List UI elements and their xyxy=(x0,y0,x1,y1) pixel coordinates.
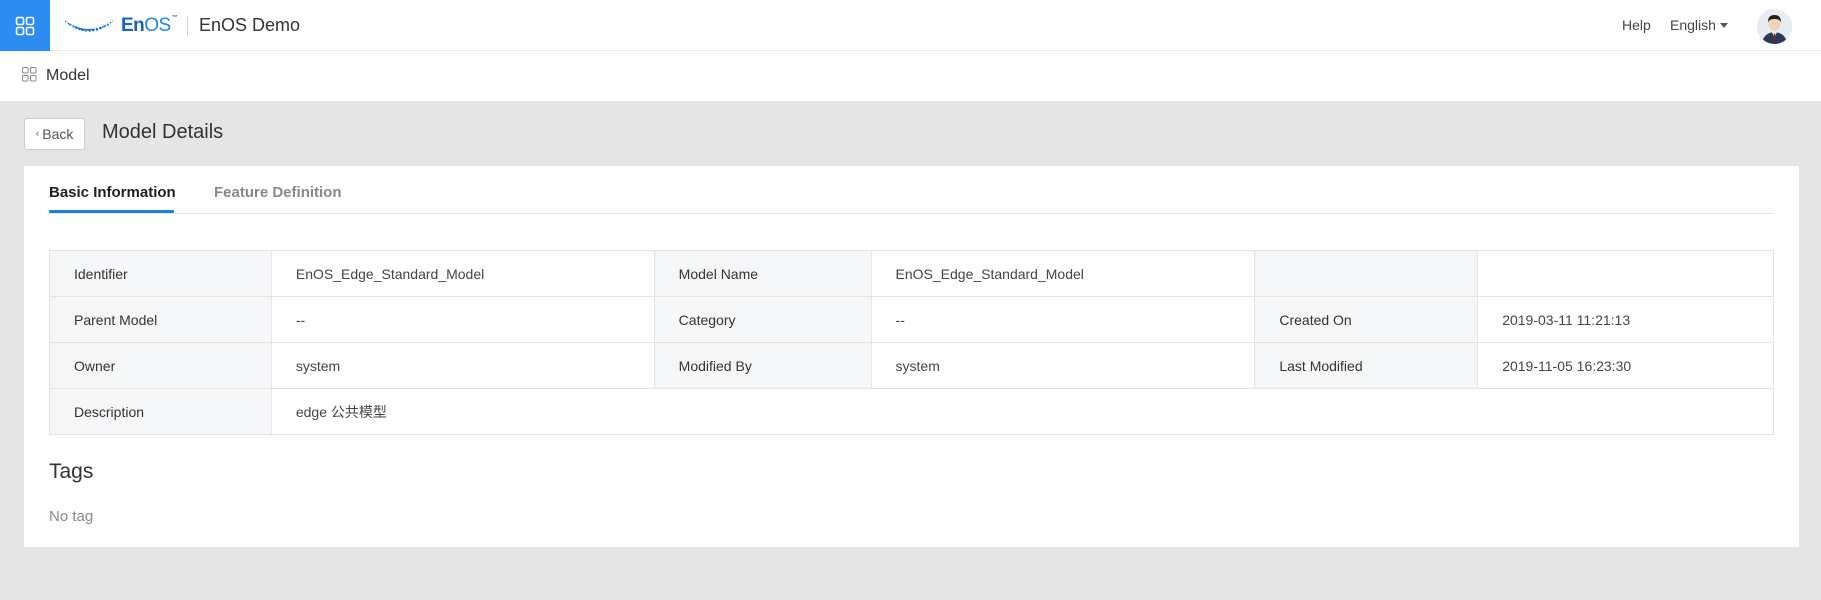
identifier-value: EnOS_Edge_Standard_Model xyxy=(270,250,655,297)
back-button[interactable]: ‹ Back xyxy=(24,118,85,150)
last-modified-label: Last Modified xyxy=(1254,342,1479,389)
model-name-label: Model Name xyxy=(653,250,872,297)
tags-empty-text: No tag xyxy=(49,508,94,525)
page-title: Model Details xyxy=(102,121,224,143)
model-name-value: EnOS_Edge_Standard_Model xyxy=(870,250,1256,297)
top-navbar: EnOS™ EnOS Demo Help English xyxy=(0,0,1821,51)
modified-by-label: Modified By xyxy=(653,342,872,389)
tags-heading: Tags xyxy=(49,460,94,483)
user-avatar-icon xyxy=(1757,9,1792,44)
grid-icon xyxy=(15,16,35,35)
description-value: edge 公共模型 xyxy=(270,388,1775,435)
logo-wordmark: EnOS™ xyxy=(121,15,178,36)
chevron-left-icon: ‹ xyxy=(35,128,40,140)
model-icon xyxy=(22,67,37,87)
back-label: Back xyxy=(42,126,74,142)
user-avatar[interactable] xyxy=(1757,9,1792,44)
details-card: Basic Information Feature Definition Ide… xyxy=(24,166,1799,547)
last-modified-value: 2019-11-05 16:23:30 xyxy=(1477,342,1774,389)
app-title: EnOS Demo xyxy=(199,15,301,35)
empty-value-cell xyxy=(1477,250,1774,297)
breadcrumb: Model xyxy=(0,51,1821,101)
identifier-label: Identifier xyxy=(49,250,272,297)
enos-logo[interactable]: EnOS™ xyxy=(63,12,178,40)
basic-info-table: Identifier EnOS_Edge_Standard_Model Mode… xyxy=(49,250,1775,435)
tab-feature-definition[interactable]: Feature Definition xyxy=(214,184,342,201)
active-tab-indicator xyxy=(49,210,174,213)
category-value: -- xyxy=(870,296,1256,343)
header-divider xyxy=(187,16,188,36)
category-label: Category xyxy=(653,296,872,343)
created-on-value: 2019-03-11 11:21:13 xyxy=(1477,296,1774,343)
breadcrumb-model[interactable]: Model xyxy=(46,67,90,85)
table-row: Parent Model -- Category -- Created On 2… xyxy=(49,296,1774,343)
created-on-label: Created On xyxy=(1254,296,1479,343)
modified-by-value: system xyxy=(870,342,1256,389)
table-row: Description edge 公共模型 xyxy=(49,388,1775,435)
owner-value: system xyxy=(270,342,655,389)
app-switcher-button[interactable] xyxy=(0,0,50,51)
empty-label-cell xyxy=(1254,250,1479,297)
caret-down-icon xyxy=(1719,22,1728,28)
tab-bar: Basic Information Feature Definition xyxy=(49,166,1774,214)
table-row: Owner system Modified By system Last Mod… xyxy=(49,342,1774,389)
parent-model-label: Parent Model xyxy=(49,296,272,343)
tab-basic-information[interactable]: Basic Information xyxy=(49,184,176,201)
description-label: Description xyxy=(49,388,272,435)
parent-model-value: -- xyxy=(270,296,655,343)
language-label: English xyxy=(1670,17,1716,33)
table-row: Identifier EnOS_Edge_Standard_Model Mode… xyxy=(49,250,1774,297)
logo-dots-icon xyxy=(64,20,114,32)
help-link[interactable]: Help xyxy=(1622,17,1651,33)
language-selector[interactable]: English xyxy=(1670,17,1728,33)
owner-label: Owner xyxy=(49,342,272,389)
